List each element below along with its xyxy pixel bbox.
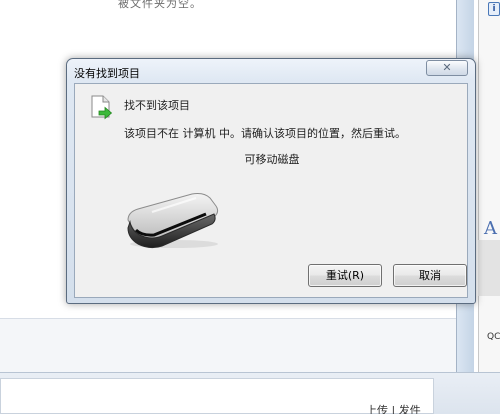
bottom-toolbar-text[interactable]: 上传 | 发件 <box>366 402 421 414</box>
dialog-heading: 找不到该项目 <box>124 99 190 112</box>
close-button[interactable]: ✕ <box>426 60 468 76</box>
background-lower-panel <box>0 318 457 372</box>
side-panel-bar <box>478 240 500 296</box>
cancel-button[interactable]: 取消 <box>393 264 467 287</box>
removable-drive-icon <box>122 190 222 253</box>
dialog-title: 没有找到项目 <box>74 67 140 80</box>
side-panel-icon[interactable]: i <box>488 2 500 16</box>
dialog-message: 该项目不在 计算机 中。请确认该项目的位置，然后重试。 <box>124 127 406 140</box>
background-window-text: 被文件夹为空。 <box>118 0 202 10</box>
side-panel-letter: A <box>484 218 497 239</box>
document-arrow-icon <box>90 95 114 124</box>
retry-button[interactable]: 重试(R) <box>308 264 382 287</box>
dialog-body: 找不到该项目 该项目不在 计算机 中。请确认该项目的位置，然后重试。 可移动磁盘 <box>74 83 468 298</box>
close-icon: ✕ <box>442 61 452 74</box>
side-panel-text: QC <box>487 332 500 342</box>
missing-item-name: 可移动磁盘 <box>244 153 300 166</box>
side-panel <box>478 0 500 372</box>
item-not-found-dialog: 没有找到项目 ✕ 找不到该项目 该项目不在 计算机 中。请确认该项目的位置，然后… <box>66 58 476 304</box>
